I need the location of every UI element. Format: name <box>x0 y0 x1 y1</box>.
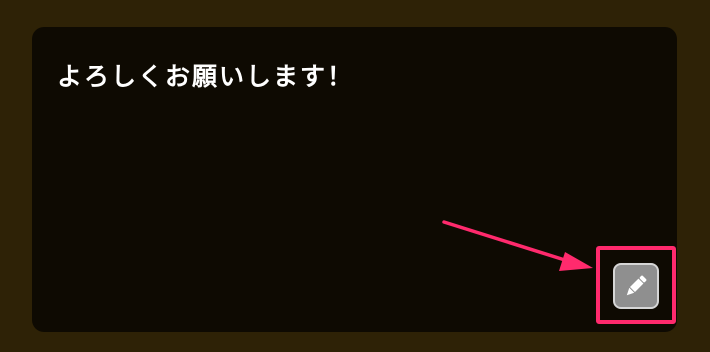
annotation-arrow <box>442 220 593 271</box>
